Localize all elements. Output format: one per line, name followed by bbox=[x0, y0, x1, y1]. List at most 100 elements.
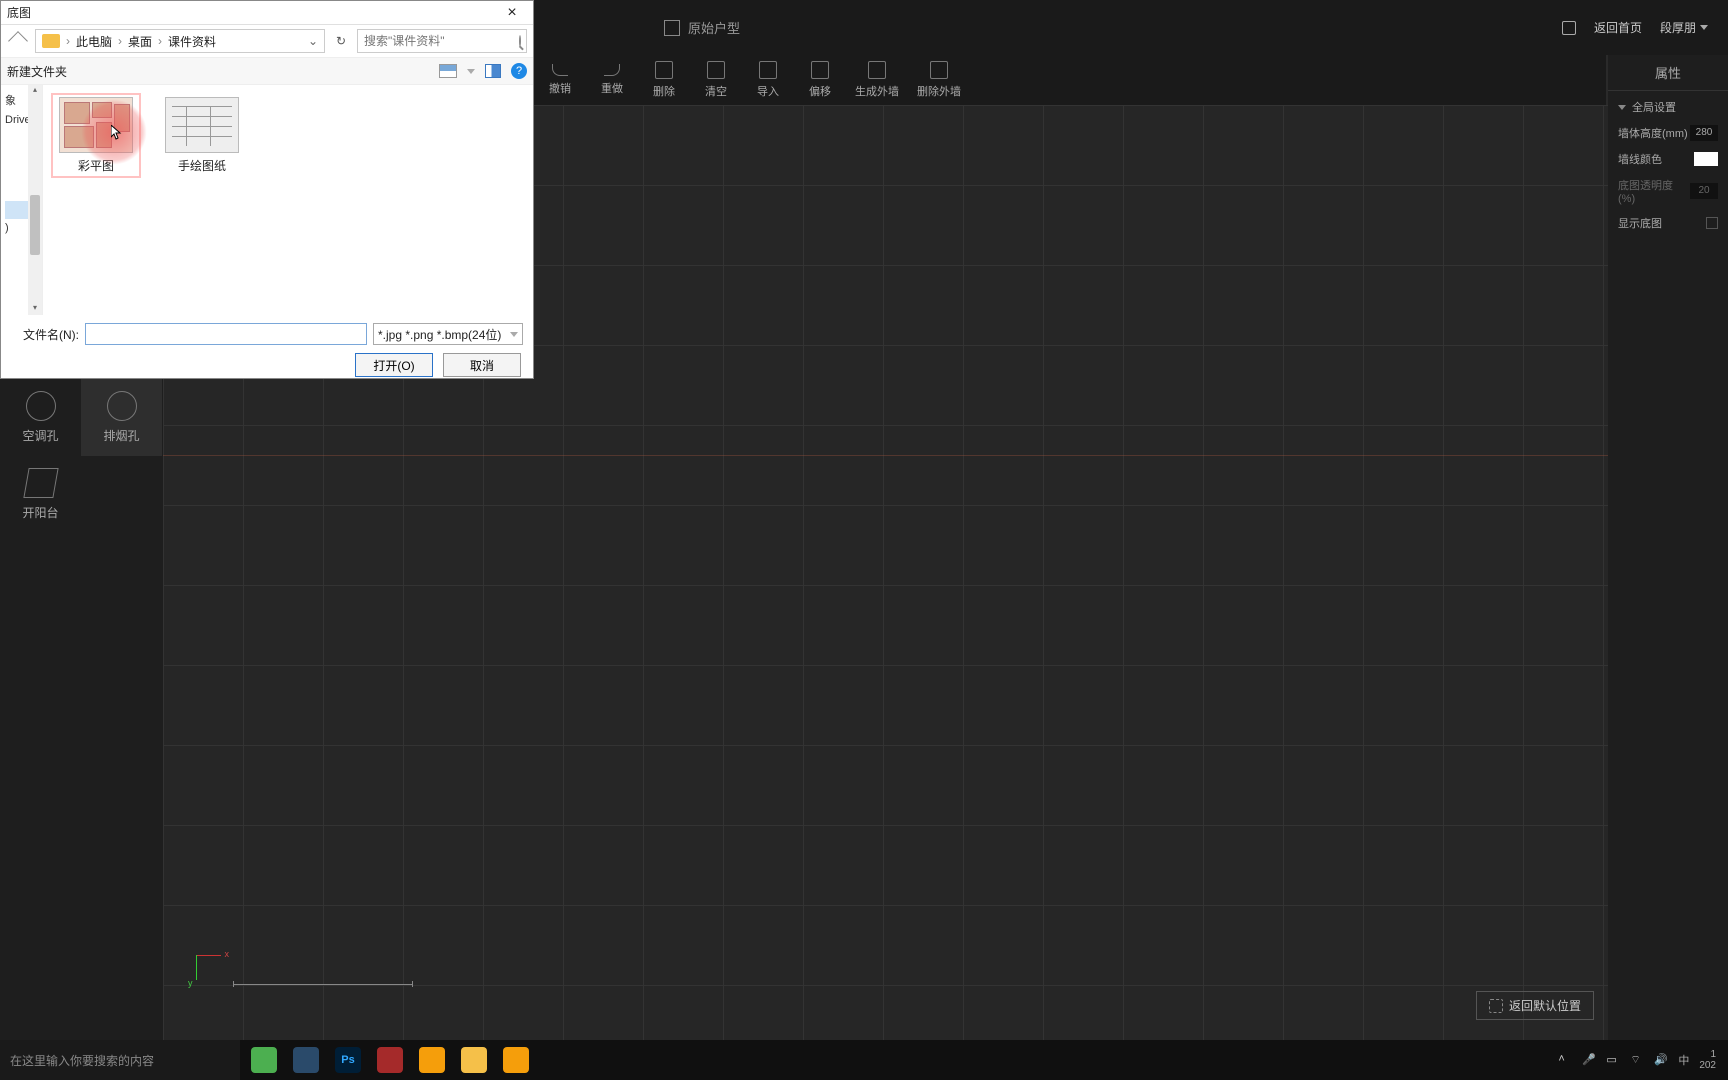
floorplan-icon bbox=[664, 20, 680, 36]
crumb[interactable]: 此电脑 bbox=[76, 33, 112, 50]
cancel-button[interactable]: 取消 bbox=[443, 353, 521, 377]
scroll-thumb[interactable] bbox=[30, 195, 40, 255]
crumb[interactable]: 课件资料 bbox=[168, 33, 216, 50]
user-menu[interactable]: 段厚朋 bbox=[1660, 19, 1708, 36]
taskbar: 在这里输入你要搜索的内容 Ps ˄ 🎤 ▭ ⌔ 🔊 中 1 202 bbox=[0, 1040, 1728, 1080]
taskbar-app[interactable] bbox=[286, 1040, 326, 1080]
del-wall-button[interactable]: 删除外墙 bbox=[908, 55, 970, 105]
offset-button[interactable]: 偏移 bbox=[794, 55, 846, 105]
taskbar-app-explorer[interactable] bbox=[454, 1040, 494, 1080]
file-name: 手绘图纸 bbox=[178, 157, 226, 174]
delete-button[interactable]: 删除 bbox=[638, 55, 690, 105]
tool-balcony[interactable]: 开阳台 bbox=[0, 456, 81, 533]
wall-height-input[interactable]: 280 bbox=[1690, 125, 1718, 141]
chevron-down-icon bbox=[1618, 105, 1626, 110]
new-folder-button[interactable]: 新建文件夹 bbox=[7, 63, 439, 80]
system-tray: ˄ 🎤 ▭ ⌔ 🔊 中 1 202 bbox=[1558, 1049, 1728, 1071]
file-type-select[interactable]: *.jpg *.png *.bmp(24位) bbox=[373, 323, 523, 345]
refresh-button[interactable]: ↻ bbox=[331, 31, 351, 51]
prop-wall-height: 墙体高度(mm) 280 bbox=[1618, 125, 1718, 141]
color-swatch[interactable] bbox=[1694, 152, 1718, 166]
thumbnail bbox=[59, 97, 133, 153]
ime-indicator[interactable]: 中 bbox=[1678, 1052, 1689, 1068]
prop-opacity: 底图透明度(%) 20 bbox=[1618, 177, 1718, 205]
taskbar-app[interactable] bbox=[370, 1040, 410, 1080]
dialog-nav: › 此电脑 › 桌面 › 课件资料 ⌄ ↻ bbox=[1, 25, 533, 57]
undo-icon bbox=[552, 64, 568, 76]
left-tool-grid: 空调孔 排烟孔 开阳台 bbox=[0, 379, 163, 533]
opacity-input[interactable]: 20 bbox=[1690, 183, 1718, 199]
search-icon bbox=[519, 35, 521, 47]
search-input[interactable] bbox=[364, 34, 519, 48]
horizon-line bbox=[163, 455, 1608, 456]
home-link[interactable]: 返回首页 bbox=[1594, 19, 1642, 36]
wall-del-icon bbox=[930, 61, 948, 79]
prop-show-base: 显示底图 bbox=[1618, 215, 1718, 231]
crumb[interactable]: 桌面 bbox=[128, 33, 152, 50]
close-button[interactable]: × bbox=[497, 4, 527, 22]
trash-icon bbox=[655, 61, 673, 79]
taskbar-app[interactable] bbox=[496, 1040, 536, 1080]
import-button[interactable]: 导入 bbox=[742, 55, 794, 105]
dialog-toolbar: 新建文件夹 ? bbox=[1, 57, 533, 85]
toolbar: 撤销 重做 删除 清空 导入 偏移 生成外墙 删除外墙 + 新建方案 bbox=[534, 55, 1728, 105]
home-icon bbox=[1562, 21, 1576, 35]
clear-icon bbox=[707, 61, 725, 79]
undo-button[interactable]: 撤销 bbox=[534, 55, 586, 105]
clear-button[interactable]: 清空 bbox=[690, 55, 742, 105]
chevron-down-icon bbox=[1700, 25, 1708, 30]
prop-wall-color: 墙线颜色 bbox=[1618, 151, 1718, 167]
file-list[interactable]: 彩平图 手绘图纸 bbox=[43, 85, 533, 315]
wall-gen-icon bbox=[868, 61, 886, 79]
offset-icon bbox=[811, 61, 829, 79]
tool-smoke-hole[interactable]: 排烟孔 bbox=[81, 379, 162, 456]
redo-button[interactable]: 重做 bbox=[586, 55, 638, 105]
tool-ac-hole[interactable]: 空调孔 bbox=[0, 379, 81, 456]
section-global[interactable]: 全局设置 bbox=[1618, 99, 1718, 115]
focus-icon bbox=[1489, 999, 1503, 1013]
import-icon bbox=[759, 61, 777, 79]
breadcrumb[interactable]: › 此电脑 › 桌面 › 课件资料 ⌄ bbox=[35, 29, 325, 53]
tree-scrollbar[interactable]: ▴ ▾ bbox=[28, 85, 42, 315]
taskbar-app[interactable] bbox=[412, 1040, 452, 1080]
search-box[interactable] bbox=[357, 29, 527, 53]
volume-icon[interactable]: 🔊 bbox=[1654, 1053, 1668, 1067]
folder-tree[interactable]: 象 Drive ) ▴ ▾ bbox=[1, 85, 43, 315]
folder-icon bbox=[42, 34, 60, 48]
mic-icon[interactable]: 🎤 bbox=[1582, 1053, 1596, 1067]
taskbar-app[interactable] bbox=[244, 1040, 284, 1080]
tab-label: 原始户型 bbox=[688, 18, 740, 37]
battery-icon[interactable]: ▭ bbox=[1606, 1053, 1620, 1067]
open-button[interactable]: 打开(O) bbox=[355, 353, 433, 377]
dialog-titlebar[interactable]: 底图 × bbox=[1, 1, 533, 25]
help-icon[interactable]: ? bbox=[511, 63, 527, 79]
taskbar-search[interactable]: 在这里输入你要搜索的内容 bbox=[0, 1040, 240, 1080]
view-mode-icon[interactable] bbox=[439, 64, 457, 78]
taskbar-app-photoshop[interactable]: Ps bbox=[328, 1040, 368, 1080]
scroll-up-icon[interactable]: ▴ bbox=[30, 85, 40, 97]
properties-title: 属性 bbox=[1608, 55, 1728, 91]
tray-chevron-icon[interactable]: ˄ bbox=[1558, 1053, 1572, 1067]
chevron-down-icon[interactable] bbox=[467, 69, 475, 74]
chevron-down-icon[interactable]: ⌄ bbox=[308, 34, 318, 48]
redo-icon bbox=[604, 64, 620, 76]
workspace-tab[interactable]: 原始户型 bbox=[664, 18, 740, 37]
taskbar-apps: Ps bbox=[244, 1040, 536, 1080]
up-icon[interactable] bbox=[8, 31, 28, 51]
user-name: 段厚朋 bbox=[1660, 19, 1696, 36]
file-name: 彩平图 bbox=[78, 157, 114, 174]
filename-label: 文件名(N): bbox=[11, 326, 79, 343]
show-base-checkbox[interactable] bbox=[1706, 217, 1718, 229]
gen-wall-button[interactable]: 生成外墙 bbox=[846, 55, 908, 105]
thumbnail bbox=[165, 97, 239, 153]
scroll-down-icon[interactable]: ▾ bbox=[30, 303, 40, 315]
reset-view-button[interactable]: 返回默认位置 bbox=[1476, 991, 1594, 1020]
wifi-icon[interactable]: ⌔ bbox=[1630, 1053, 1644, 1067]
file-open-dialog: 底图 × › 此电脑 › 桌面 › 课件资料 ⌄ ↻ 新建文件夹 ? bbox=[0, 0, 534, 379]
preview-pane-icon[interactable] bbox=[485, 64, 501, 78]
filename-input[interactable] bbox=[85, 323, 367, 345]
file-item-sketch[interactable]: 手绘图纸 bbox=[159, 95, 245, 176]
app-header: 原始户型 返回首页 段厚朋 bbox=[534, 0, 1728, 55]
clock[interactable]: 1 202 bbox=[1699, 1049, 1716, 1071]
file-item-color-plan[interactable]: 彩平图 bbox=[53, 95, 139, 176]
